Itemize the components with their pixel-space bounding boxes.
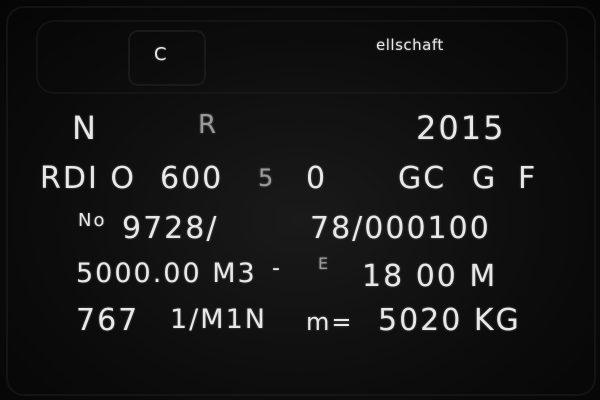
height-label: E <box>318 254 331 273</box>
type-digit-b: 0 <box>306 161 328 196</box>
type-suffix-g: G <box>472 161 498 196</box>
header-panel <box>36 20 568 94</box>
mass-label: m= <box>306 308 354 336</box>
nameplate: C ellschaft N R 2015 RDI O 600 5 0 GC G … <box>0 0 600 400</box>
row1-label-r: R <box>198 110 219 140</box>
type-digit-a: 5 <box>258 164 276 192</box>
volume-value: 5000.00 M3 <box>76 258 257 289</box>
row1-label-n: N <box>72 109 98 147</box>
type-suffix-gc: GC <box>398 161 447 196</box>
type-code: RDI O <box>40 161 136 196</box>
order-number: 78/000100 <box>310 211 491 246</box>
mass-value: 5020 KG <box>378 303 521 338</box>
year-value: 2015 <box>416 109 506 147</box>
height-value: 18 00 M <box>362 259 498 294</box>
volume-separator: - <box>272 256 282 281</box>
manufacturer-name: ellschaft <box>376 36 444 54</box>
serial-label: No <box>78 210 107 231</box>
speed-unit: 1/M1N <box>170 304 267 335</box>
serial-number: 9728/ <box>122 211 219 246</box>
logo-mark: C <box>154 44 169 65</box>
type-suffix-f: F <box>518 161 538 196</box>
type-number: 600 <box>160 161 224 196</box>
speed-value: 767 <box>76 303 140 338</box>
